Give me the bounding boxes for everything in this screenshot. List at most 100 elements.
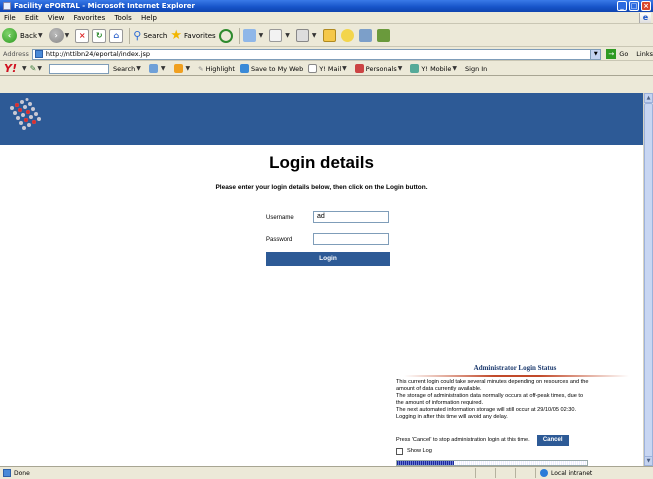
menu-tools[interactable]: Tools (114, 12, 131, 24)
minimize-button[interactable]: _ (617, 1, 627, 11)
highlight-label: Highlight (205, 64, 235, 73)
address-label: Address (3, 50, 29, 58)
personals-button[interactable]: Personals ▼ (354, 64, 406, 73)
mail-icon (269, 29, 283, 42)
favorites-star-icon: ★ (170, 28, 183, 43)
mail-dropdown-icon[interactable]: ▼ (285, 32, 290, 39)
personals-dropdown-icon[interactable]: ▼ (398, 65, 403, 72)
username-label: Username (266, 215, 294, 221)
favorites-label: Favorites (184, 31, 216, 40)
yahoo-mobile-dropdown-icon[interactable]: ▼ (452, 65, 457, 72)
back-button[interactable]: ‹ Back ▼ (2, 27, 46, 45)
scroll-thumb[interactable] (644, 103, 653, 458)
menu-help[interactable]: Help (141, 12, 157, 24)
search-button[interactable]: ⚲ Search (133, 27, 167, 45)
plus-icon (173, 64, 183, 73)
stop-icon: × (75, 28, 90, 43)
page-icon (34, 50, 43, 58)
yahoo-options-button[interactable]: ▼ (148, 64, 169, 73)
home-button[interactable]: ⌂ (109, 27, 124, 45)
ie-app-icon (3, 2, 11, 10)
save-to-my-web-button[interactable]: Save to My Web (239, 64, 304, 73)
password-input[interactable] (313, 233, 389, 245)
yahoo-mail-dropdown-icon[interactable]: ▼ (342, 65, 347, 72)
cancel-button[interactable]: Cancel (536, 434, 569, 446)
smiley-icon (340, 29, 354, 42)
close-button[interactable]: × (641, 1, 651, 11)
login-instructions: Please enter your login details below, t… (215, 184, 428, 191)
messenger-button[interactable] (340, 27, 356, 45)
mail-button[interactable]: ▼ (269, 27, 293, 45)
yahoo-search-dropdown-icon[interactable]: ▼ (136, 65, 141, 72)
menu-edit[interactable]: Edit (25, 12, 39, 24)
print-dropdown-icon[interactable]: ▼ (312, 32, 317, 39)
network-button[interactable] (376, 27, 392, 45)
scroll-down-icon[interactable]: ▼ (644, 456, 653, 466)
favorites-button[interactable]: ★ Favorites (170, 27, 215, 45)
highlight-icon: ✎ (198, 64, 204, 73)
back-label: Back (20, 31, 37, 40)
address-url: http://nttibn24/eportal/index.jsp (45, 50, 151, 58)
forward-button[interactable]: › ▼ (48, 27, 73, 45)
sign-in-button[interactable]: Sign In (465, 65, 487, 73)
show-log-checkbox[interactable] (396, 448, 403, 455)
go-button[interactable]: → Go (606, 49, 628, 59)
address-dropdown-icon[interactable]: ▼ (590, 49, 601, 59)
show-log-option[interactable]: Show Log (396, 448, 432, 455)
progress-fill (397, 461, 454, 465)
options-dropdown-icon[interactable]: ▼ (161, 65, 166, 72)
highlight-button[interactable]: ✎ Highlight (198, 65, 235, 73)
go-label: Go (619, 50, 629, 58)
admin-message-line: the amount of information required. (396, 400, 484, 406)
network-icon (376, 29, 390, 42)
yahoo-plus-button[interactable]: ▼ (173, 64, 194, 73)
menu-bar: File Edit View Favorites Tools Help e (0, 12, 653, 24)
portal-header (0, 93, 643, 145)
login-title: Login details (269, 153, 374, 172)
save-to-my-web-label: Save to My Web (250, 64, 304, 73)
menu-view[interactable]: View (48, 12, 65, 24)
research-icon (358, 29, 372, 42)
intranet-globe-icon (540, 469, 548, 477)
portal-logo-icon (10, 98, 41, 130)
plus-dropdown-icon[interactable]: ▼ (186, 65, 191, 72)
menu-file[interactable]: File (4, 12, 16, 24)
address-input[interactable]: http://nttibn24/eportal/index.jsp ▼ (31, 48, 602, 60)
yahoo-search-input[interactable] (48, 63, 109, 74)
back-dropdown-icon[interactable]: ▼ (38, 32, 43, 39)
yahoo-mobile-button[interactable]: Y! Mobile ▼ (410, 64, 460, 73)
history-dropdown-icon[interactable]: ▼ (259, 32, 264, 39)
home-icon: ⌂ (109, 28, 124, 43)
media-icon (218, 28, 233, 43)
forward-dropdown-icon[interactable]: ▼ (65, 32, 70, 39)
yahoo-search-label: Search (112, 64, 136, 73)
show-log-label: Show Log (407, 448, 432, 454)
stop-button[interactable]: × (75, 27, 90, 45)
username-input[interactable]: ad (313, 211, 389, 223)
yahoo-logo[interactable]: Y! (4, 62, 17, 75)
links-button[interactable]: Links (636, 50, 653, 58)
vertical-scrollbar[interactable]: ▲ ▼ (643, 93, 653, 466)
standard-toolbar: ‹ Back ▼ › ▼ × ↻ ⌂ ⚲ Search ★ Favorites … (0, 25, 653, 47)
yahoo-search-button[interactable]: Search ▼ (113, 65, 144, 73)
yahoo-mail-button[interactable]: Y! Mail ▼ (308, 64, 349, 73)
edit-button[interactable] (322, 27, 338, 45)
browser-window: Facility ePORTAL - Microsoft Internet Ex… (0, 0, 653, 479)
media-button[interactable] (218, 27, 233, 45)
back-arrow-icon: ‹ (2, 28, 17, 43)
maximize-button[interactable]: □ (629, 1, 639, 11)
security-zone: Local intranet (535, 468, 592, 478)
status-bar: Done Local intranet (0, 466, 653, 479)
pencil-icon[interactable]: ✎ (30, 64, 37, 73)
options-icon (148, 64, 158, 73)
menu-favorites[interactable]: Favorites (74, 12, 106, 24)
envelope-icon (308, 64, 318, 73)
scroll-up-icon[interactable]: ▲ (644, 93, 653, 103)
login-button[interactable]: Login (266, 252, 390, 266)
refresh-button[interactable]: ↻ (92, 27, 107, 45)
yahoo-menu-dropdown-icon[interactable]: ▼ (22, 65, 27, 72)
history-button[interactable]: ▼ (242, 27, 267, 45)
research-button[interactable] (358, 27, 374, 45)
print-button[interactable]: ▼ (295, 27, 320, 45)
pencil-dropdown-icon[interactable]: ▼ (37, 65, 42, 72)
